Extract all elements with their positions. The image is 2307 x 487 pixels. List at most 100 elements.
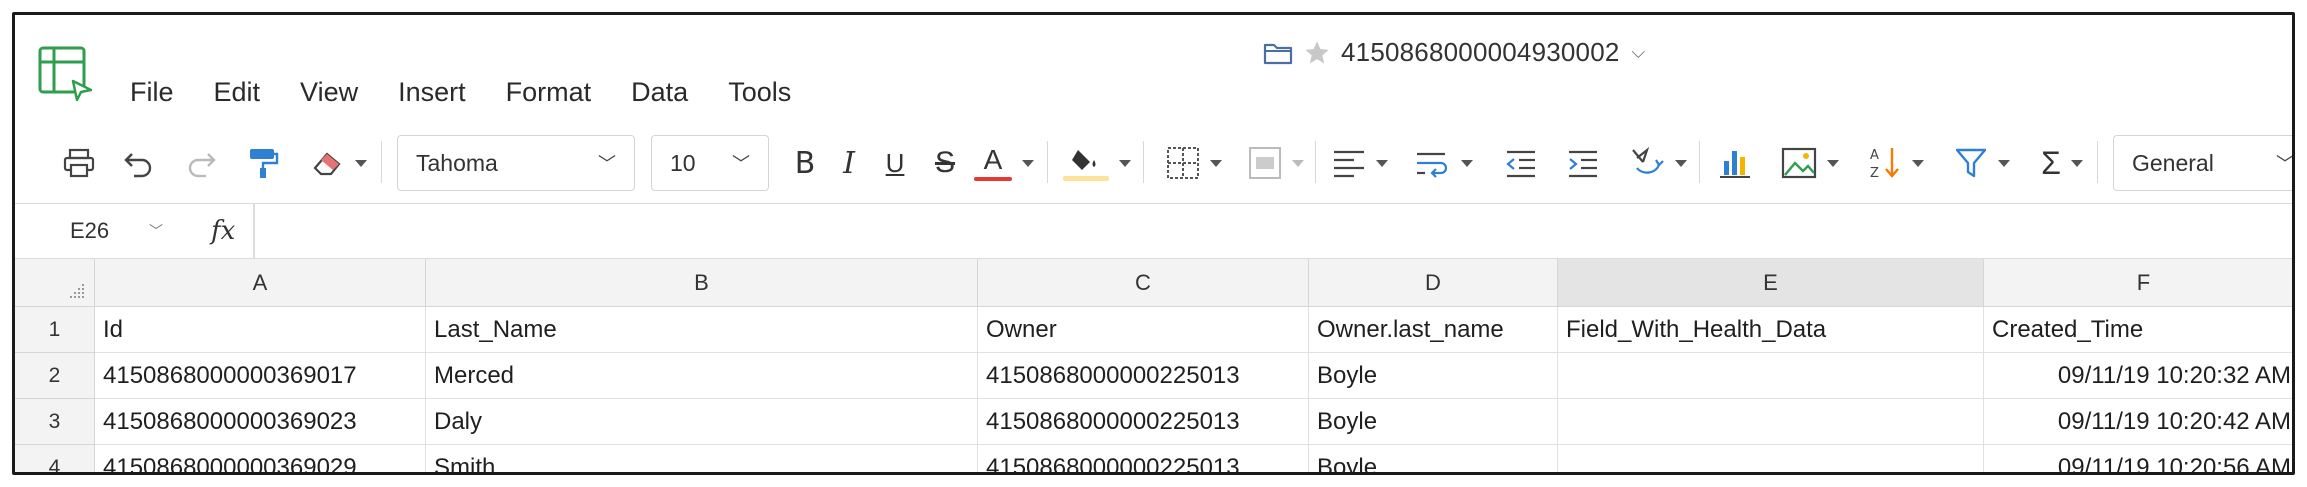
sheet-grid: A B C D E F 1 Id Last_Name Owner Owner.l… [15,259,2292,472]
document-title-area: 4150868000004930002 ⌵ [1263,37,1645,68]
star-icon[interactable] [1303,39,1331,67]
menu-view[interactable]: View [300,75,358,109]
column-header-b[interactable]: B [426,259,978,307]
text-wrap-button[interactable] [1411,125,1477,201]
chevron-down-icon [1912,159,1924,167]
toolbar-divider [1699,141,1700,183]
chevron-down-icon [1210,159,1222,167]
align-button[interactable] [1327,125,1393,201]
column-header-e[interactable]: E [1558,259,1984,307]
table-cell[interactable]: Owner.last_name [1309,307,1558,353]
cell-reference-box[interactable]: E26 ﹀ [15,204,185,258]
print-icon [63,148,95,178]
sort-az-icon: A Z [1870,148,1899,181]
clear-format-button[interactable] [307,125,371,201]
table-cell[interactable]: Created_Time [1984,307,2292,353]
menu-file[interactable]: File [130,75,174,109]
font-color-button[interactable]: A [971,125,1037,201]
undo-button[interactable] [119,125,159,201]
bar-chart-icon [1720,151,1750,178]
chevron-down-icon [1292,159,1304,167]
decrease-indent-icon [1506,150,1535,178]
strikethrough-button[interactable]: S [925,125,965,201]
table-cell[interactable]: 09/11/19 10:20:42 AM [1984,399,2292,445]
redo-button[interactable] [181,125,221,201]
menu-tools[interactable]: Tools [728,75,791,109]
increase-indent-button[interactable] [1563,125,1603,201]
table-cell[interactable]: 4150868000000225013 [978,445,1309,472]
table-cell[interactable]: 4150868000000369029 [95,445,426,472]
table-cell[interactable]: Owner [978,307,1309,353]
menu-format[interactable]: Format [506,75,592,109]
table-cell[interactable]: 4150868000000369023 [95,399,426,445]
column-header-a[interactable]: A [95,259,426,307]
chevron-down-icon [1998,159,2010,167]
table-cell[interactable] [1558,399,1984,445]
column-header-d[interactable]: D [1309,259,1558,307]
table-cell[interactable]: 4150868000000225013 [978,353,1309,399]
font-size-select[interactable]: 10 ﹀ [651,135,769,191]
align-left-icon [1334,150,1364,178]
font-family-select[interactable]: Tahoma ﹀ [397,135,635,191]
select-all-corner[interactable] [15,259,95,307]
underline-button[interactable]: U [875,125,915,201]
number-format-select[interactable]: General ﹀ [2113,135,2292,191]
table-cell[interactable]: 09/11/19 10:20:56 AM [1984,445,2292,473]
bold-button[interactable]: B [785,125,825,201]
function-icon[interactable]: fx [211,216,235,246]
decrease-indent-button[interactable] [1501,125,1541,201]
folder-icon[interactable] [1263,41,1293,65]
row-header[interactable]: 2 [15,353,95,399]
toolbar: Tahoma ﹀ 10 ﹀ B I U S A A Z Σ General ﹀ [15,125,2292,201]
column-header-f[interactable]: F [1984,259,2292,307]
font-size-value: 10 [670,149,696,176]
row-header[interactable]: 4 [15,445,95,472]
table-cell[interactable] [1558,353,1984,399]
table-cell[interactable]: Field_With_Health_Data [1558,307,1984,353]
table-cell[interactable]: Boyle [1309,353,1558,399]
formula-input[interactable] [265,210,2282,254]
formula-divider [253,204,255,258]
paint-format-icon [250,149,279,178]
chevron-down-icon [1827,159,1839,167]
chevron-down-icon[interactable]: ⌵ [1632,42,1646,63]
svg-text:A: A [1870,148,1879,163]
table-cell[interactable]: Daly [426,399,978,445]
row-header[interactable]: 1 [15,307,95,353]
table-cell[interactable]: Boyle [1309,445,1558,472]
print-button[interactable] [59,125,99,201]
filter-icon [1955,148,1987,178]
table-cell[interactable]: Smith [426,445,978,472]
text-wrap-icon [1417,152,1448,178]
fill-color-button[interactable] [1061,125,1133,201]
borders-button[interactable] [1161,125,1227,201]
sort-button[interactable]: A Z [1863,125,1929,201]
paint-format-button[interactable] [243,125,283,201]
menu-data[interactable]: Data [631,75,688,109]
table-cell[interactable]: 4150868000000225013 [978,399,1309,445]
title-bar: File Edit View Insert Format Data Tools … [15,15,2292,121]
chevron-down-icon [2070,159,2083,167]
chevron-down-icon [1376,159,1388,167]
table-cell[interactable]: Id [95,307,426,353]
table-cell[interactable]: 09/11/19 10:20:32 AM [1984,353,2292,399]
table-cell[interactable]: Last_Name [426,307,978,353]
chevron-down-icon [1675,159,1687,167]
table-cell[interactable]: Boyle [1309,399,1558,445]
row-header[interactable]: 3 [15,399,95,445]
insert-image-button[interactable] [1777,125,1843,201]
sheet-app-logo[interactable] [37,45,93,101]
filter-button[interactable] [1949,125,2015,201]
merge-cells-button[interactable] [1243,125,1309,201]
column-header-c[interactable]: C [978,259,1309,307]
italic-button[interactable]: I [829,125,869,201]
table-cell[interactable]: 4150868000000369017 [95,353,426,399]
text-rotation-button[interactable] [1625,125,1691,201]
autosum-button[interactable]: Σ [2029,125,2095,201]
menu-insert[interactable]: Insert [398,75,466,109]
table-cell[interactable]: Merced [426,353,978,399]
menu-edit[interactable]: Edit [214,75,261,109]
insert-chart-button[interactable] [1715,125,1755,201]
table-cell[interactable] [1558,445,1984,472]
document-title[interactable]: 4150868000004930002 [1341,37,1620,68]
